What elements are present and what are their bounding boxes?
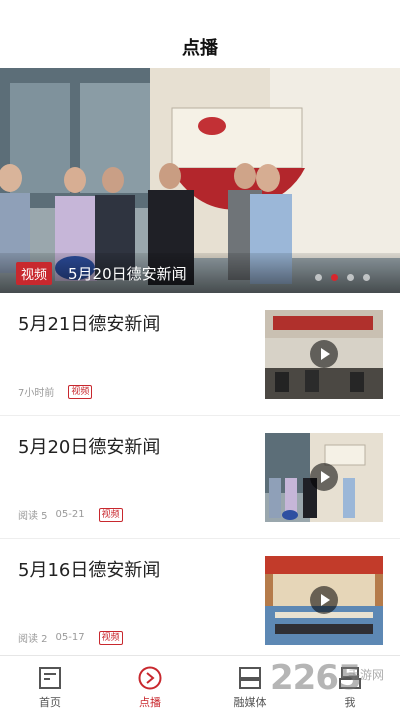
banner-caption: 视频 5月20日德安新闻 [0, 253, 400, 293]
list-item[interactable]: 5月21日德安新闻 7小时前 视频 [0, 293, 400, 416]
item-read-count: 阅读 5 [18, 511, 48, 522]
item-meta: 阅读 2 05-17 视频 [18, 630, 131, 645]
watermark-text: 手游网 [348, 668, 385, 682]
media-icon [239, 667, 261, 689]
home-icon [39, 667, 61, 689]
tab-home[interactable]: 首页 [0, 656, 100, 711]
item-read-count: 阅读 2 [18, 634, 48, 645]
item-date: 05-21 [55, 509, 85, 520]
item-thumbnail[interactable] [265, 310, 383, 399]
item-thumbnail[interactable] [265, 433, 383, 522]
tab-label: 首页 [39, 696, 61, 709]
list-item[interactable]: 5月20日德安新闻 阅读 5 05-21 视频 [0, 416, 400, 539]
carousel-indicator [315, 274, 370, 281]
carousel-dot[interactable] [347, 274, 354, 281]
item-title: 5月20日德安新闻 [18, 437, 161, 458]
item-meta: 阅读 5 05-21 视频 [18, 507, 131, 522]
item-meta: 7小时前 视频 [18, 384, 100, 399]
play-icon [310, 586, 338, 614]
item-title: 5月21日德安新闻 [18, 314, 161, 335]
item-date: 05-17 [55, 632, 85, 643]
tab-label: 融媒体 [233, 696, 267, 709]
item-video-tag: 视频 [98, 507, 123, 522]
tab-vod[interactable]: 点播 [100, 656, 200, 711]
carousel-dot-active[interactable] [331, 274, 338, 281]
tab-label: 点播 [139, 696, 161, 709]
watermark-logo: 2265 手游网 [270, 658, 400, 706]
play-icon [310, 340, 338, 368]
item-video-tag: 视频 [98, 630, 123, 645]
list-item[interactable]: 5月16日德安新闻 阅读 2 05-17 视频 [0, 539, 400, 662]
play-circle-icon [138, 666, 162, 690]
top-bar: 点播 [0, 0, 400, 68]
carousel-dot[interactable] [315, 274, 322, 281]
carousel-dot[interactable] [363, 274, 370, 281]
page-title: 点播 [182, 38, 218, 59]
item-video-tag: 视频 [68, 384, 93, 399]
item-thumbnail[interactable] [265, 556, 383, 645]
banner-video-tag: 视频 [16, 261, 53, 285]
banner-carousel[interactable]: 视频 5月20日德安新闻 [0, 68, 400, 293]
item-time: 7小时前 [18, 388, 55, 399]
banner-title: 5月20日德安新闻 [68, 264, 187, 283]
play-icon [310, 463, 338, 491]
item-title: 5月16日德安新闻 [18, 560, 161, 581]
video-list: 5月21日德安新闻 7小时前 视频 5月20日德安新闻 阅读 5 05-21 视… [0, 293, 400, 662]
